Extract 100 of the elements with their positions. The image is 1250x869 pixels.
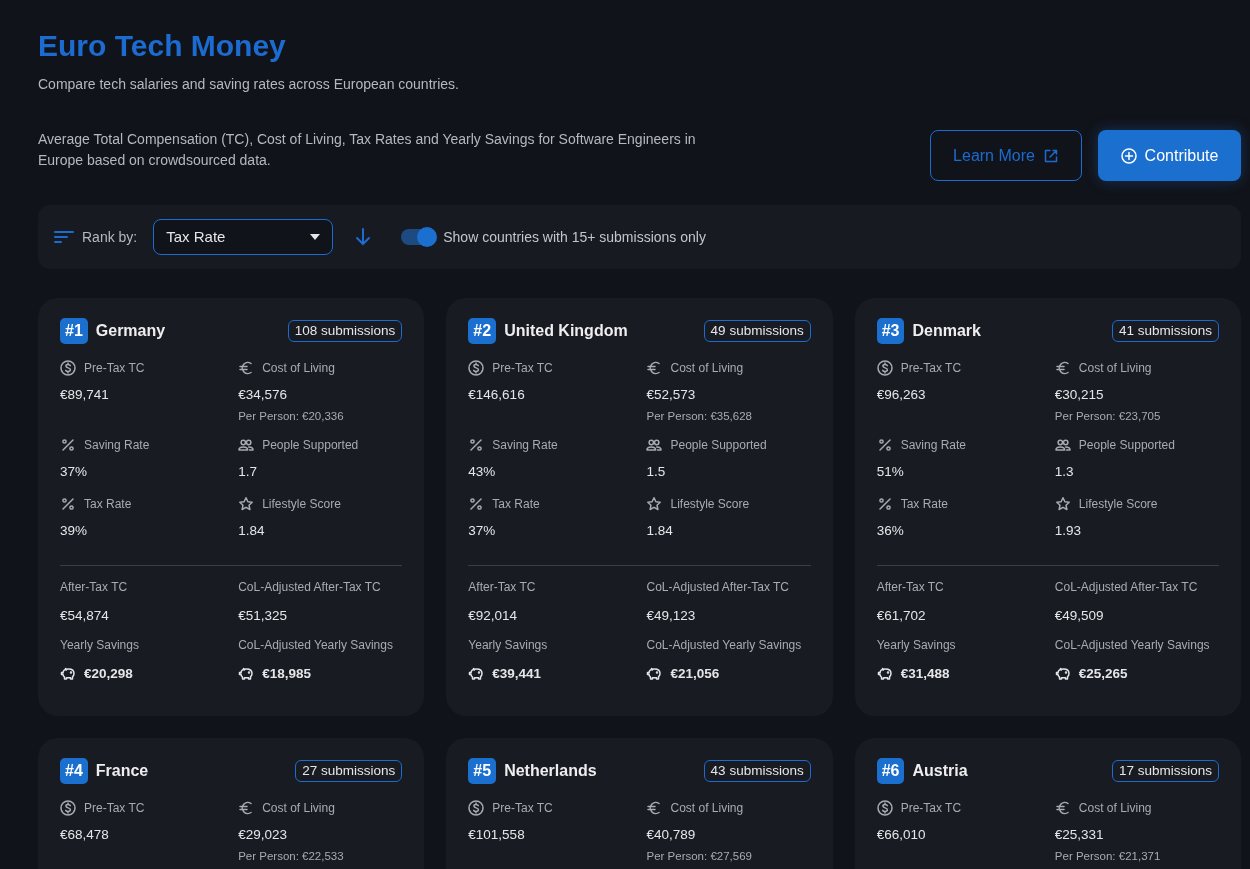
piggy-bank-icon [646,666,663,683]
submissions-badge: 27 submissions [295,759,403,783]
per-person-note: Per Person: €35,628 [646,409,753,423]
percent-icon [876,437,893,453]
sort-descending-icon[interactable] [355,228,372,246]
people-icon [1054,437,1071,453]
euro-icon [238,800,255,816]
metric-value: €66,010 [876,826,927,844]
percent-icon [876,496,893,512]
metric-value: €146,616 [468,386,526,404]
metric-value: €30,215 [1054,386,1105,404]
site-title: Euro Tech Money [38,28,287,64]
total-label: Yearly Savings [468,637,549,654]
metric-label: People Supported [262,437,359,453]
metric-label: People Supported [670,437,767,453]
percent-icon [60,496,76,512]
euro-icon [1054,360,1071,376]
total-label: After-Tax TC [468,579,537,596]
total-label: CoL-Adjusted Yearly Savings [238,637,394,654]
metric-value: 39% [60,522,89,540]
total-label: CoL-Adjusted After-Tax TC [238,579,382,596]
metric-label: Pre-Tax TC [492,800,553,816]
metric-value: €96,263 [876,386,927,404]
star-icon [1054,496,1071,512]
metric-value: 1.84 [238,522,266,540]
per-person-note: Per Person: €27,569 [646,849,753,863]
metric-label: Pre-Tax TC [84,360,145,376]
rank-badge: #2 [468,318,497,344]
dollar-icon [876,800,893,816]
euro-icon [646,360,663,376]
total-value: €18,985 [262,665,311,683]
total-value: €54,874 [60,607,109,625]
metric-label: Pre-Tax TC [492,360,553,376]
rank-by-select[interactable]: Tax Rate [153,219,334,255]
metric-value: €101,558 [468,826,526,844]
total-label: After-Tax TC [60,579,129,596]
submissions-badge: 49 submissions [703,319,811,343]
metric-value: 1.84 [646,522,674,540]
toggle-label: Show countries with 15+ submissions only [443,227,706,247]
country-name: Germany [95,321,166,341]
metric-value: 36% [876,522,905,540]
total-label: CoL-Adjusted After-Tax TC [646,579,790,596]
metric-value: 1.93 [1054,522,1083,540]
total-value: €31,488 [900,665,950,683]
metric-label: Saving Rate [84,437,150,453]
percent-icon [468,437,485,453]
external-link-icon [1042,147,1059,164]
euro-icon [238,360,255,376]
total-label: CoL-Adjusted Yearly Savings [1054,637,1211,654]
dollar-icon [468,360,485,376]
submissions-badge: 41 submissions [1111,319,1219,343]
metric-value: 37% [60,463,89,481]
total-value: €51,325 [238,607,287,625]
metric-label: Lifestyle Score [262,496,341,512]
total-value: €25,265 [1078,665,1128,683]
metric-value: €25,331 [1054,826,1105,844]
total-label: CoL-Adjusted After-Tax TC [1054,579,1199,596]
total-label: After-Tax TC [876,579,945,596]
country-name: Austria [912,761,968,781]
metric-value: €89,741 [60,386,110,404]
metric-value: €34,576 [238,386,288,404]
submissions-badge: 17 submissions [1111,759,1219,783]
per-person-note: Per Person: €22,533 [238,849,345,863]
piggy-bank-icon [60,666,76,683]
total-value: €61,702 [876,607,926,625]
star-icon [238,496,255,512]
rank-badge: #6 [876,758,905,784]
toggle-switch[interactable] [401,229,436,245]
sort-icon [54,230,74,244]
metric-value: €52,573 [646,386,697,404]
total-value: €49,123 [646,607,696,625]
metric-label: Tax Rate [900,496,948,512]
rank-badge: #1 [60,318,88,344]
learn-more-button[interactable]: Learn More [930,130,1082,181]
total-value: €39,441 [492,665,542,683]
rank-badge: #5 [468,758,497,784]
contribute-button[interactable]: Contribute [1098,130,1241,181]
metric-value: 1.5 [646,463,667,481]
country-name: United Kingdom [504,321,628,341]
country-name: Denmark [912,321,981,341]
metric-label: Tax Rate [492,496,540,512]
metric-value: 1.7 [238,463,258,481]
country-name: France [95,761,149,781]
dollar-icon [876,360,893,376]
total-value: €21,056 [670,665,720,683]
rank-badge: #4 [60,758,88,784]
subtitle: Compare tech salaries and saving rates across European countries. [38,75,460,94]
metric-label: Saving Rate [900,437,967,453]
metric-label: Cost of Living [262,800,335,816]
caret-icon [310,234,321,240]
metric-label: Tax Rate [84,496,132,512]
description: Average Total Compensation (TC), Cost of Living, Tax Rates and Yearly Savings for Software Engineers in Europe based on crowdsourced data. [38,130,697,170]
piggy-bank-icon [468,666,485,683]
people-icon [238,437,255,453]
total-value: €92,014 [468,607,518,625]
metric-label: Cost of Living [670,800,744,816]
plus-circle-icon [1120,147,1137,164]
dollar-icon [468,800,485,816]
metric-label: Cost of Living [670,360,744,376]
metric-value: 51% [876,463,905,481]
